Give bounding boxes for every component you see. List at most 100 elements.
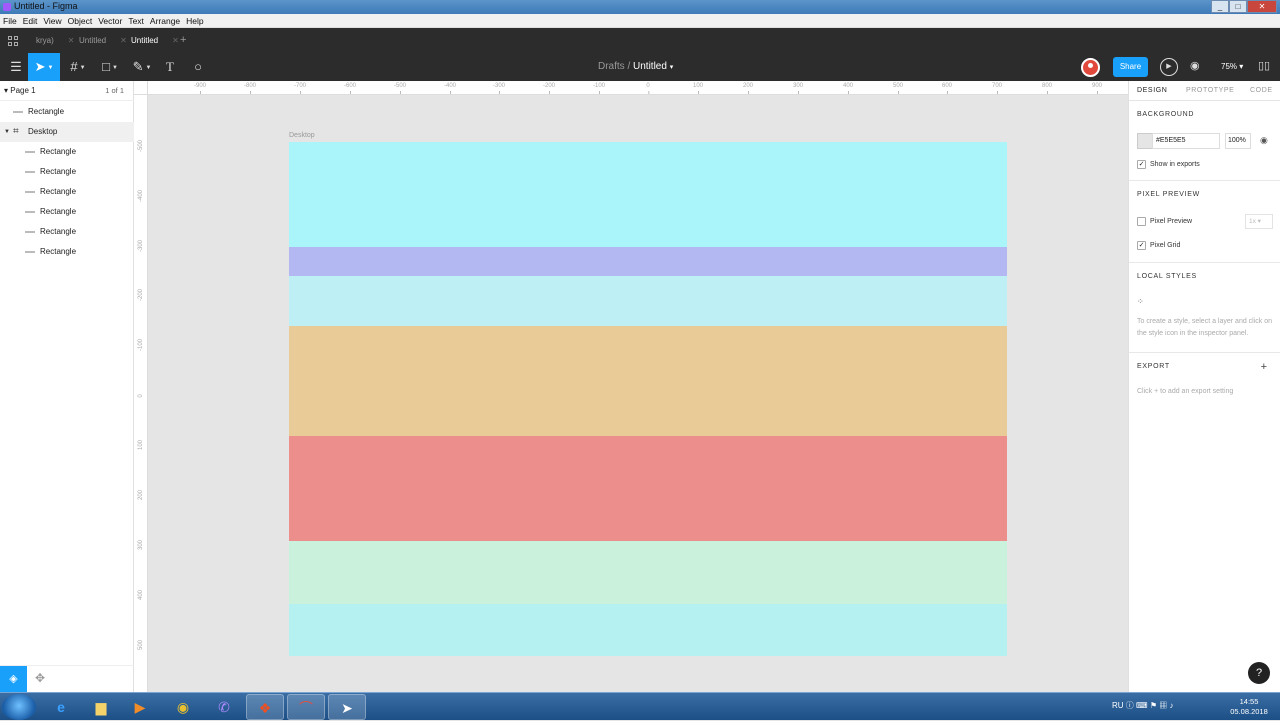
visibility-eye-icon[interactable]: ◉ <box>1260 135 1268 146</box>
tray-help-icon[interactable]: ⓘ <box>1126 701 1134 710</box>
view-settings-eye-icon[interactable]: ◉ <box>1190 59 1200 72</box>
rectangle-tool-icon[interactable]: □ ▼ <box>94 53 126 81</box>
properties-tabs: DESIGN PROTOTYPE CODE <box>1129 81 1280 101</box>
figma-app-icon <box>3 3 11 11</box>
ruler-tick: -100 <box>138 339 144 352</box>
telegram-icon[interactable]: ➤ <box>328 694 366 720</box>
background-color-swatch[interactable] <box>1137 133 1153 149</box>
background-opacity-input[interactable]: 100% <box>1225 133 1251 149</box>
pixel-preview-scale-select[interactable]: 1x ▾ <box>1245 214 1273 229</box>
ruler-tick: 200 <box>138 490 144 501</box>
comment-tool-icon[interactable]: ○ <box>182 53 214 81</box>
frame-tool-icon[interactable]: # ▼ <box>62 53 94 81</box>
tab-untitled-active[interactable]: Untitled ✕ <box>131 28 179 53</box>
tab-close-icon[interactable]: ✕ <box>68 36 75 45</box>
move-tool[interactable]: ➤ ▼ <box>28 53 60 81</box>
page-count: 1 of 1 <box>105 86 124 95</box>
layer-item[interactable]: Rectangle <box>0 202 134 222</box>
zoom-dropdown[interactable]: 75% ▾ <box>1221 62 1243 71</box>
close-window-button[interactable]: ✕ <box>1247 0 1277 13</box>
ruler-tick: 700 <box>991 83 1003 94</box>
expand-caret-icon[interactable]: ▼ <box>4 122 10 142</box>
desktop-frame[interactable] <box>289 142 1007 656</box>
start-button-icon[interactable] <box>2 694 36 720</box>
frame-label[interactable]: Desktop <box>289 132 315 139</box>
page-selector[interactable]: ▾ Page 1 1 of 1 <box>0 81 134 101</box>
share-button[interactable]: Share <box>1113 57 1148 77</box>
pixel-preview-section: PIXEL PREVIEW Pixel Preview 1x ▾ ✓ Pixel… <box>1129 181 1280 263</box>
chrome-icon[interactable]: ◉ <box>164 694 202 720</box>
file-explorer-icon[interactable]: ▆ <box>82 694 120 720</box>
ruler-tick: 300 <box>138 540 144 551</box>
internet-explorer-icon[interactable]: e <box>42 694 80 720</box>
canvas-rectangle[interactable] <box>289 541 1007 604</box>
design-canvas[interactable]: Desktop <box>148 95 1128 692</box>
canvas-rectangle[interactable] <box>289 247 1007 276</box>
chevron-down-icon[interactable]: ▾ <box>670 64 674 71</box>
layer-item-frame[interactable]: ▼ ⌗ Desktop <box>0 122 134 142</box>
layer-item[interactable]: Rectangle <box>0 182 134 202</box>
layer-item[interactable]: Rectangle <box>0 162 134 182</box>
canvas-rectangle[interactable] <box>289 604 1007 656</box>
tray-keyboard-icon[interactable]: ⌨ <box>1136 701 1148 710</box>
new-tab-plus-icon[interactable]: + <box>180 28 186 53</box>
ruler-tick: 200 <box>742 83 754 94</box>
layers-footer: ◈ ✥ <box>0 665 134 693</box>
menu-object[interactable]: Object <box>65 14 96 28</box>
taskbar-clock[interactable]: 14:55 05.08.2018 <box>1224 697 1274 717</box>
menu-arrange[interactable]: Arrange <box>147 14 183 28</box>
layer-item[interactable]: Rectangle <box>0 142 134 162</box>
breadcrumb-file-title[interactable]: Untitled <box>633 61 667 72</box>
present-play-icon[interactable]: ▶ <box>1160 58 1178 76</box>
canvas-rectangle[interactable] <box>289 276 1007 326</box>
tab-design[interactable]: DESIGN <box>1137 87 1167 94</box>
library-book-icon[interactable]: ▯▯ <box>1258 59 1270 72</box>
menu-view[interactable]: View <box>40 14 64 28</box>
tab-close-icon[interactable]: ✕ <box>172 36 179 45</box>
tray-network-icon[interactable]: ▦ <box>1159 701 1167 710</box>
add-export-plus-icon[interactable]: + <box>1261 361 1267 373</box>
frame-layer-icon: ⌗ <box>13 126 19 137</box>
file-browser-grid-icon[interactable] <box>8 36 18 46</box>
minimize-button[interactable]: _ <box>1211 0 1229 13</box>
layers-tab-icon[interactable]: ◈ <box>0 666 27 693</box>
tab-prototype[interactable]: PROTOTYPE <box>1186 87 1234 94</box>
menu-file[interactable]: File <box>0 14 20 28</box>
breadcrumb-drafts[interactable]: Drafts <box>598 61 625 72</box>
section-title: PIXEL PREVIEW <box>1137 191 1200 198</box>
layer-item[interactable]: Rectangle <box>0 242 134 262</box>
background-hex-input[interactable]: #E5E5E5 <box>1152 133 1220 149</box>
menu-help[interactable]: Help <box>183 14 206 28</box>
system-tray: RU ⓘ ⌨ ⚑ ▦ ♪ <box>1112 700 1173 711</box>
figma-taskbar-icon[interactable]: ❖ <box>246 694 284 720</box>
canvas-rectangle[interactable] <box>289 326 1007 436</box>
menu-vector[interactable]: Vector <box>95 14 125 28</box>
canvas-rectangle[interactable] <box>289 142 1007 247</box>
help-button[interactable]: ? <box>1248 662 1270 684</box>
components-tab-icon[interactable]: ✥ <box>35 671 45 685</box>
media-player-icon[interactable]: ▶ <box>121 694 159 720</box>
vertical-ruler: -500 -400 -300 -200 -100 0 100 200 300 4… <box>134 95 148 692</box>
ruler-tick: -600 <box>343 83 357 94</box>
show-in-exports-checkbox[interactable]: ✓ <box>1137 160 1146 169</box>
language-indicator[interactable]: RU <box>1112 701 1124 710</box>
tray-volume-icon[interactable]: ♪ <box>1169 701 1173 710</box>
menu-text[interactable]: Text <box>125 14 147 28</box>
pixel-grid-checkbox[interactable]: ✓ <box>1137 241 1146 250</box>
pixel-preview-checkbox[interactable] <box>1137 217 1146 226</box>
acrobat-icon[interactable]: ⌒ <box>287 694 325 720</box>
avatar[interactable] <box>1081 58 1100 77</box>
windows-taskbar: e ▆ ▶ ◉ ✆ ❖ ⌒ ➤ RU ⓘ ⌨ ⚑ ▦ ♪ 14:55 05.08… <box>0 692 1280 720</box>
canvas-rectangle[interactable] <box>289 436 1007 541</box>
tab-close-icon[interactable]: ✕ <box>120 36 127 45</box>
pixel-grid-label: Pixel Grid <box>1150 242 1181 249</box>
maximize-button[interactable]: □ <box>1229 0 1247 13</box>
tab-krya[interactable]: krya) ✕ <box>36 28 74 53</box>
layer-item[interactable]: Rectangle <box>0 222 134 242</box>
layer-item[interactable]: Rectangle <box>0 102 134 122</box>
tab-untitled-1[interactable]: Untitled ✕ <box>79 28 127 53</box>
menu-edit[interactable]: Edit <box>20 14 41 28</box>
tab-code[interactable]: CODE <box>1250 87 1273 94</box>
tray-flag-icon[interactable]: ⚑ <box>1150 701 1157 710</box>
viber-icon[interactable]: ✆ <box>205 694 243 720</box>
